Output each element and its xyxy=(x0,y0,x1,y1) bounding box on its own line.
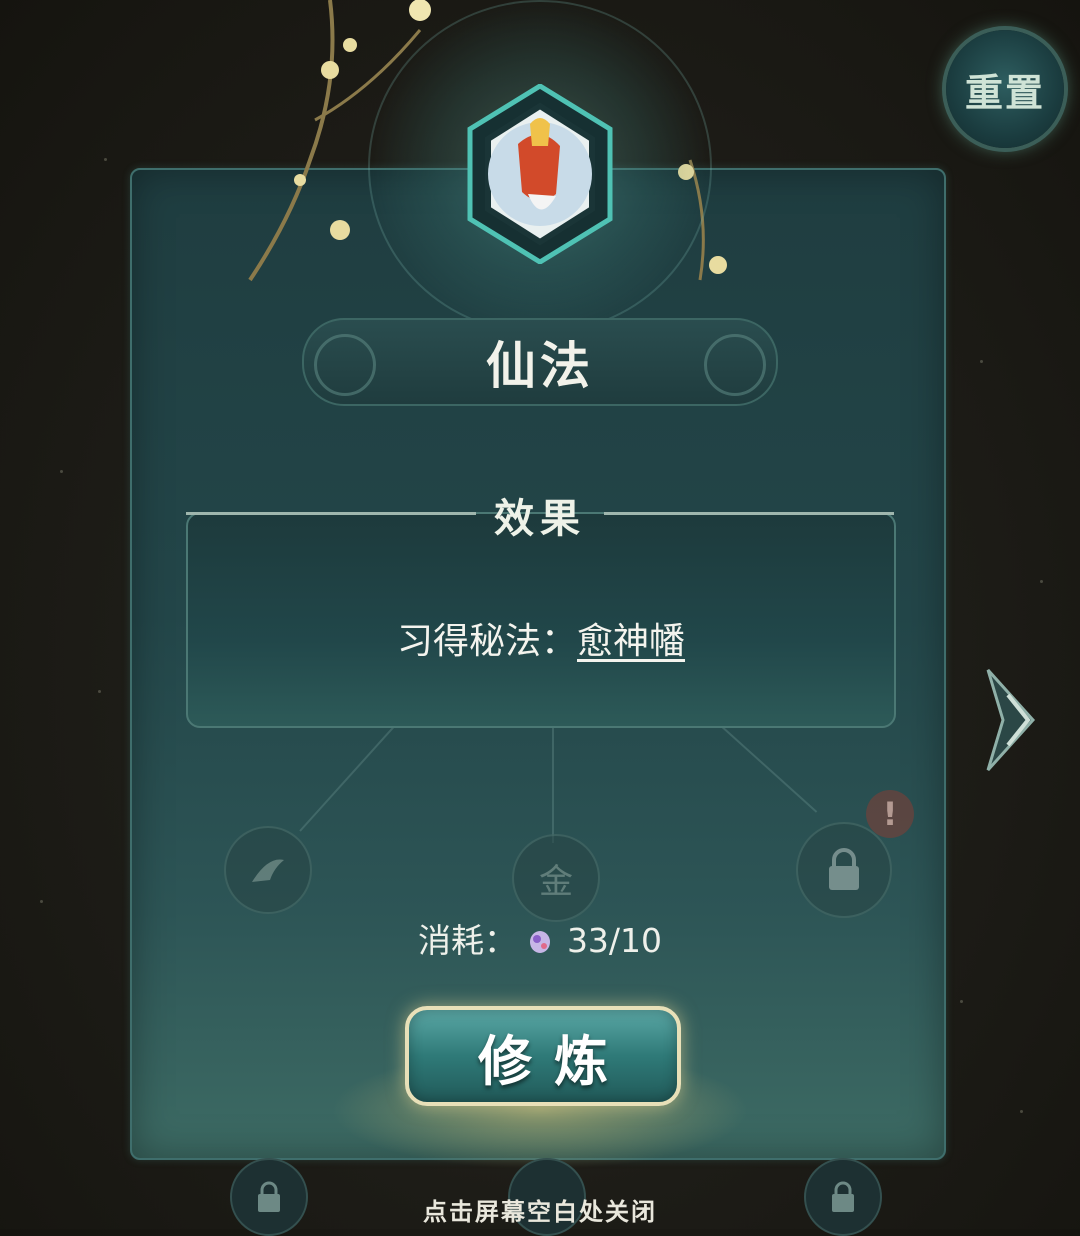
locked-node[interactable] xyxy=(796,822,892,918)
effect-prefix: 习得秘法： xyxy=(396,621,577,662)
alert-badge: ! xyxy=(866,790,914,838)
cost-label: 消耗： xyxy=(417,921,517,960)
skill-title-banner: 仙法 xyxy=(302,318,778,406)
effect-description: 习得秘法：愈神幡 xyxy=(188,612,894,664)
secret-art-link[interactable]: 愈神幡 xyxy=(577,621,685,662)
gold-character-icon: 金 xyxy=(539,861,573,902)
gold-node[interactable]: 金 xyxy=(512,834,600,922)
cost-value: 33/10 xyxy=(566,921,663,960)
cost-row: 消耗： 33/10 xyxy=(0,914,1080,962)
divider xyxy=(186,512,476,515)
lock-icon xyxy=(829,848,859,890)
immortal-banner-emblem-icon[interactable] xyxy=(460,84,620,264)
reset-button[interactable]: 重置 xyxy=(946,30,1064,148)
effect-box: 习得秘法：愈神幡 xyxy=(186,512,896,728)
spirit-gem-icon xyxy=(529,930,550,953)
chevron-right-icon[interactable] xyxy=(978,660,1048,780)
tree-connector xyxy=(552,725,554,843)
swirl-ornament-icon xyxy=(704,334,766,396)
effect-header: 效果 xyxy=(186,484,894,544)
reset-button-label: 重置 xyxy=(964,69,1045,115)
effect-title: 效果 xyxy=(494,495,586,542)
close-hint: 点击屏幕空白处关闭 xyxy=(423,1197,657,1226)
cultivate-button-label: 修炼 xyxy=(478,1028,630,1093)
crane-node[interactable] xyxy=(224,826,312,914)
divider xyxy=(604,512,894,515)
crane-icon xyxy=(252,859,284,882)
cultivate-button[interactable]: 修炼 xyxy=(405,1006,681,1106)
swirl-ornament-icon xyxy=(314,334,376,396)
skill-title: 仙法 xyxy=(486,337,594,395)
